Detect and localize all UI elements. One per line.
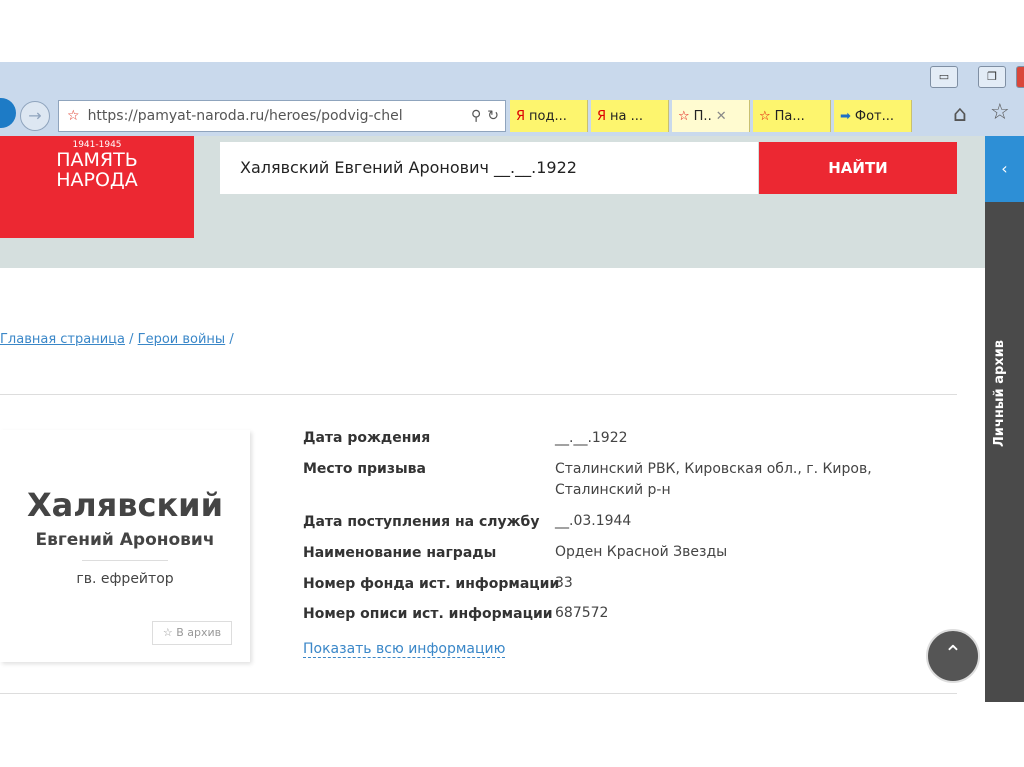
detail-value: 687572 — [555, 605, 609, 621]
close-window-button[interactable] — [1016, 66, 1024, 88]
detail-label: Дата рождения — [303, 430, 431, 446]
arrow-icon: ➡ — [840, 108, 851, 124]
detail-value: __.__.1922 — [555, 430, 628, 446]
archive-button-label: В архив — [176, 626, 222, 639]
restore-button[interactable]: ❐ — [978, 66, 1006, 88]
scroll-to-top-button[interactable]: ⌃ — [926, 629, 980, 683]
site-star-icon: ☆ — [67, 108, 80, 124]
home-icon[interactable]: ⌂ — [953, 102, 967, 127]
archive-button[interactable]: ☆ В архив — [152, 621, 232, 645]
tab-label: Па... — [774, 108, 805, 124]
tab-active[interactable]: ☆ П.. ✕ — [672, 100, 750, 132]
divider — [0, 693, 957, 694]
url-text: https://pamyat-naroda.ru/heroes/podvig-c… — [87, 108, 403, 124]
divider — [0, 394, 957, 395]
detail-label: Наименование награды — [303, 545, 497, 561]
person-card: Халявский Евгений Аронович гв. ефрейтор … — [0, 430, 250, 662]
detail-label: Номер описи ист. информации — [303, 606, 553, 622]
tab[interactable]: Япод... — [510, 100, 588, 132]
search-input[interactable]: Халявский Евгений Аронович __.__.1922 — [220, 142, 758, 194]
favorites-star-icon[interactable]: ☆ — [990, 100, 1010, 125]
tab-label: Фот... — [854, 108, 895, 124]
detail-value: 33 — [555, 575, 573, 591]
tab[interactable]: Яна ... — [591, 100, 669, 132]
tab[interactable]: ➡ Фот... — [834, 100, 912, 132]
detail-value: Сталинский РВК, Кировская обл., г. Киров… — [555, 461, 872, 498]
show-all-info-link[interactable]: Показать всю информацию — [303, 641, 506, 658]
star-icon: ☆ — [162, 626, 173, 639]
collapse-sidebar-button[interactable]: ‹ — [985, 136, 1024, 202]
detail-label: Дата поступления на службу — [303, 514, 540, 530]
yandex-icon: Я — [597, 108, 607, 124]
breadcrumb: Главная страница / Герои войны / — [0, 332, 234, 347]
detail-value: Орден Красной Звезды — [555, 544, 728, 560]
logo-line1: ПАМЯТЬ — [56, 149, 138, 171]
close-tab-icon[interactable]: ✕ — [716, 109, 727, 124]
divider — [82, 560, 168, 561]
minimize-button[interactable]: ▭ — [930, 66, 958, 88]
tab-label: на ... — [610, 108, 644, 124]
detail-value: __.03.1944 — [555, 513, 632, 529]
search-button[interactable]: НАЙТИ — [759, 142, 957, 194]
address-bar[interactable]: ☆ https://pamyat-naroda.ru/heroes/podvig… — [58, 100, 506, 132]
forward-button[interactable]: → — [20, 101, 50, 131]
personal-archive-tab[interactable]: Личный архив — [992, 340, 1007, 447]
star-icon: ☆ — [759, 108, 771, 124]
breadcrumb-home[interactable]: Главная страница — [0, 332, 125, 347]
tab-label: П.. — [693, 108, 712, 124]
star-icon: ☆ — [678, 108, 690, 124]
surname: Халявский — [26, 486, 224, 524]
given-name: Евгений Аронович — [35, 530, 215, 550]
logo[interactable]: 1941-1945 ПАМЯТЬ НАРОДА — [0, 136, 194, 238]
breadcrumb-heroes[interactable]: Герои войны — [138, 332, 226, 347]
logo-line2: НАРОДА — [56, 169, 138, 191]
tab-label: под... — [529, 108, 567, 124]
detail-label: Место призыва — [303, 461, 426, 477]
search-icon[interactable]: ⚲ — [471, 108, 481, 124]
tab[interactable]: ☆ Па... — [753, 100, 831, 132]
refresh-icon[interactable]: ↻ — [487, 108, 499, 124]
yandex-icon: Я — [516, 108, 526, 124]
detail-label: Номер фонда ист. информации — [303, 576, 560, 592]
rank: гв. ефрейтор — [76, 571, 174, 587]
